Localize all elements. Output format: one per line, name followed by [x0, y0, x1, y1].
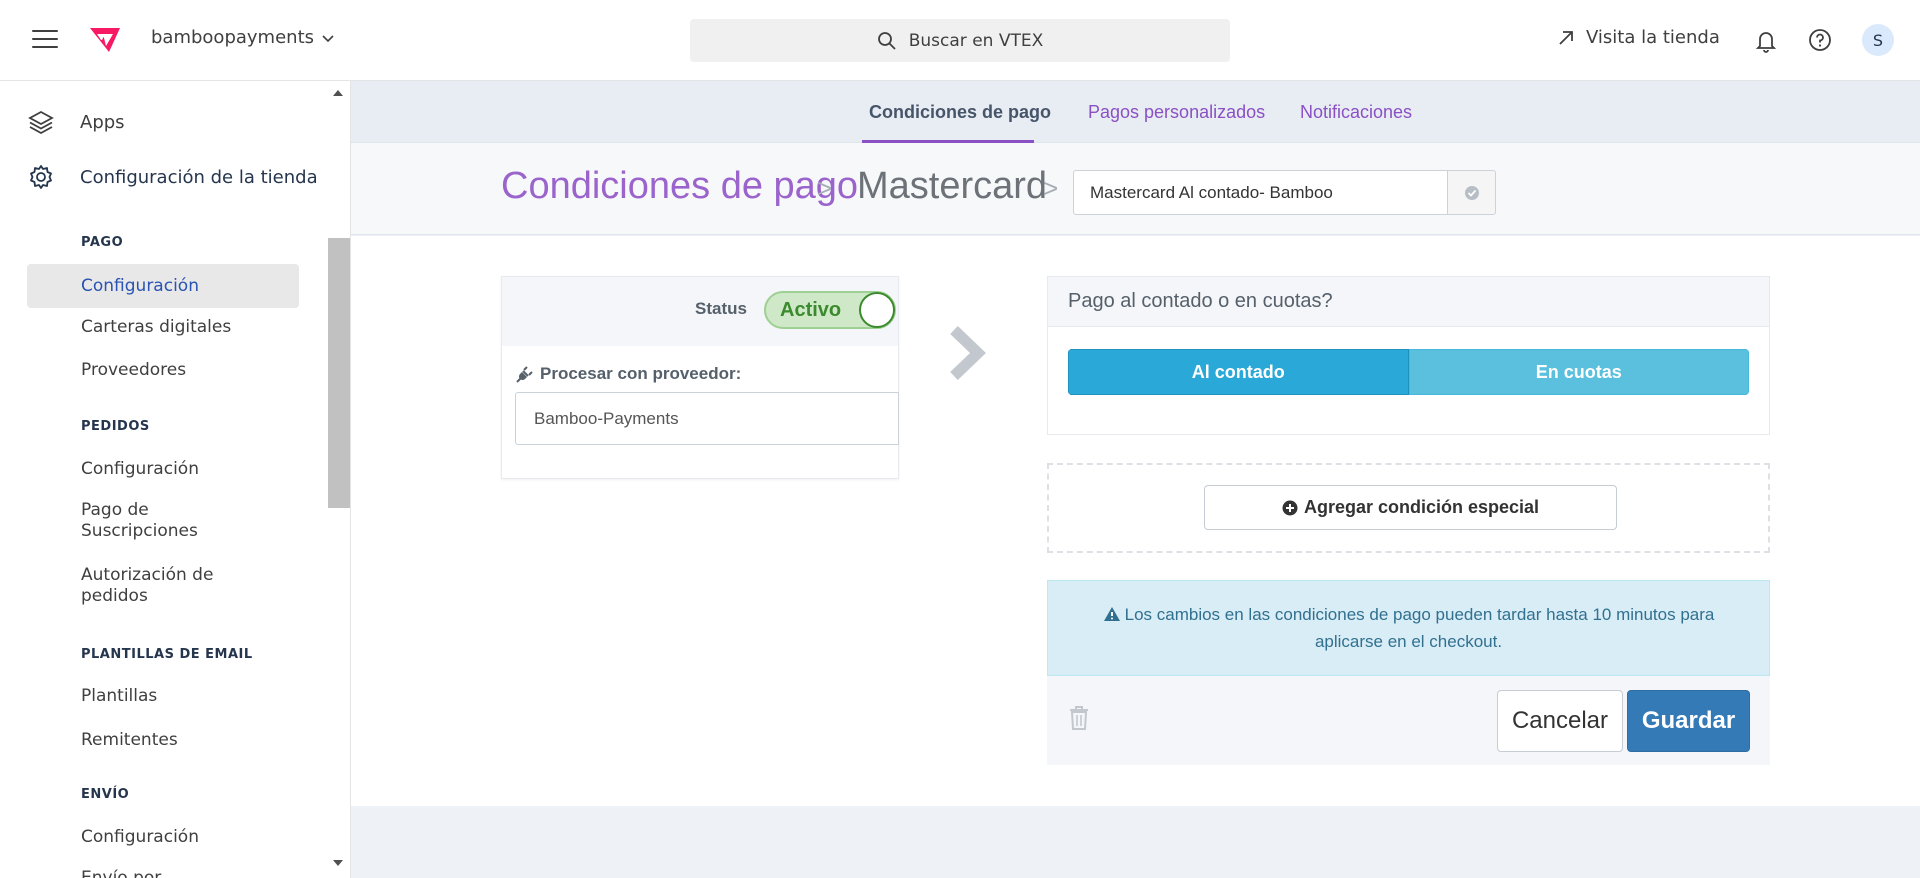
visit-store-label: Visita la tienda [1586, 27, 1720, 48]
sidebar-item-shipping-by[interactable]: Envío por [27, 868, 299, 878]
sidebar-group-title: PAGO [81, 235, 124, 250]
sidebar-group-title: ENVÍO [81, 787, 130, 802]
sidebar-item-digital-wallets[interactable]: Carteras digitales [27, 317, 299, 338]
status-label: Status [695, 299, 747, 318]
status-header: Status Activo [502, 277, 898, 346]
confirm-name-button[interactable] [1447, 170, 1496, 215]
tab-bar: Condiciones de pago Pagos personalizados… [351, 81, 1920, 143]
special-condition-area: Agregar condición especial [1047, 463, 1770, 553]
plus-circle-icon [1282, 500, 1298, 515]
add-special-condition-label: Agregar condición especial [1303, 497, 1540, 517]
breadcrumb-payment-conditions[interactable]: Condiciones de pago [501, 165, 858, 208]
payment-mode-card: Pago al contado o en cuotas? Al contado … [1047, 276, 1770, 435]
layers-icon [28, 110, 54, 135]
tab-payment-conditions[interactable]: Condiciones de pago [869, 102, 1051, 123]
arrow-up-right-icon [1559, 30, 1573, 45]
chevron-right-icon [950, 326, 986, 380]
payment-mode-header: Pago al contado o en cuotas? [1048, 277, 1769, 327]
trash-icon[interactable] [1067, 704, 1091, 732]
help-icon[interactable] [1808, 28, 1832, 52]
processor-select[interactable]: Bamboo-Payments [515, 392, 899, 445]
cash-option-button[interactable]: Al contado [1068, 349, 1409, 395]
processor-label-text: Procesar con proveedor: [540, 364, 742, 383]
scroll-up-arrow-icon[interactable] [333, 90, 343, 96]
sidebar-item-subscriptions[interactable]: Pago de Suscripciones [27, 500, 257, 542]
breadcrumb-separator: > [1043, 173, 1059, 203]
store-name: bamboopayments [151, 27, 315, 48]
bell-icon[interactable] [1754, 29, 1778, 53]
info-alert: Los cambios en las condiciones de pago p… [1047, 580, 1770, 676]
save-button[interactable]: Guardar [1627, 690, 1750, 752]
sidebar-item-order-authorization[interactable]: Autorización de pedidos [27, 565, 257, 607]
processor-label: Procesar con proveedor: [516, 364, 741, 384]
sidebar-item-orders-config[interactable]: Configuración [27, 459, 299, 480]
sidebar-item-shipping-config[interactable]: Configuración [27, 827, 299, 848]
gear-icon [30, 165, 52, 189]
payment-mode-selector: Al contado En cuotas [1068, 349, 1749, 395]
sidebar-item-senders[interactable]: Remitentes [27, 730, 299, 751]
cancel-button[interactable]: Cancelar [1497, 690, 1623, 752]
check-circle-icon [1464, 185, 1479, 200]
sidebar-scrollbar[interactable] [328, 238, 350, 508]
tab-custom-payments[interactable]: Pagos personalizados [1088, 102, 1265, 123]
plug-icon [516, 366, 533, 383]
action-bar: Cancelar Guardar [1047, 676, 1770, 765]
alert-text: Los cambios en las condiciones de pago p… [1124, 605, 1715, 651]
vtex-logo[interactable] [87, 22, 123, 58]
sidebar-group-title: PEDIDOS [81, 419, 150, 434]
search-icon [877, 31, 896, 50]
sidebar-group-title: PLANTILLAS DE EMAIL [81, 647, 253, 662]
search-placeholder: Buscar en VTEX [908, 30, 1044, 51]
visit-store-link[interactable]: Visita la tienda [1556, 27, 1720, 48]
tab-notifications[interactable]: Notificaciones [1300, 102, 1412, 123]
payment-mode-title: Pago al contado o en cuotas? [1068, 290, 1333, 312]
status-card: Status Activo Procesar con proveedor: Ba… [501, 276, 899, 479]
search-input[interactable]: Buscar en VTEX [690, 19, 1230, 62]
sidebar-item-apps[interactable]: Apps [28, 109, 125, 135]
sidebar-item-payment-config[interactable]: Configuración [27, 264, 299, 308]
sidebar: Apps Configuración de la tienda PAGO Con… [0, 81, 351, 878]
scroll-down-arrow-icon[interactable] [333, 860, 343, 866]
breadcrumb-separator: > [817, 173, 833, 203]
condition-editor: Status Activo Procesar con proveedor: Ba… [351, 236, 1920, 806]
sidebar-item-providers[interactable]: Proveedores [27, 360, 299, 381]
add-special-condition-button[interactable]: Agregar condición especial [1204, 485, 1617, 530]
sidebar-item-templates[interactable]: Plantillas [27, 686, 299, 707]
avatar[interactable]: S [1862, 24, 1894, 56]
sidebar-item-label: Apps [80, 111, 125, 133]
chevron-down-icon [322, 34, 334, 42]
menu-icon[interactable] [32, 30, 58, 50]
status-value: Activo [780, 299, 842, 321]
toggle-knob [859, 292, 895, 328]
main-content: Condiciones de pago Pagos personalizados… [351, 81, 1920, 878]
warning-icon [1103, 607, 1120, 621]
breadcrumb-mastercard: Mastercard [857, 165, 1048, 207]
sidebar-item-store-config[interactable]: Configuración de la tienda [28, 164, 318, 190]
status-toggle[interactable]: Activo [764, 291, 896, 329]
installments-option-button[interactable]: En cuotas [1408, 349, 1749, 395]
store-switcher[interactable]: bamboopayments [151, 27, 334, 48]
sidebar-item-label: Configuración de la tienda [80, 166, 318, 188]
top-bar: bamboopayments Buscar en VTEX Visita la … [0, 0, 1920, 81]
condition-name-input[interactable]: Mastercard Al contado- Bamboo [1073, 170, 1448, 215]
